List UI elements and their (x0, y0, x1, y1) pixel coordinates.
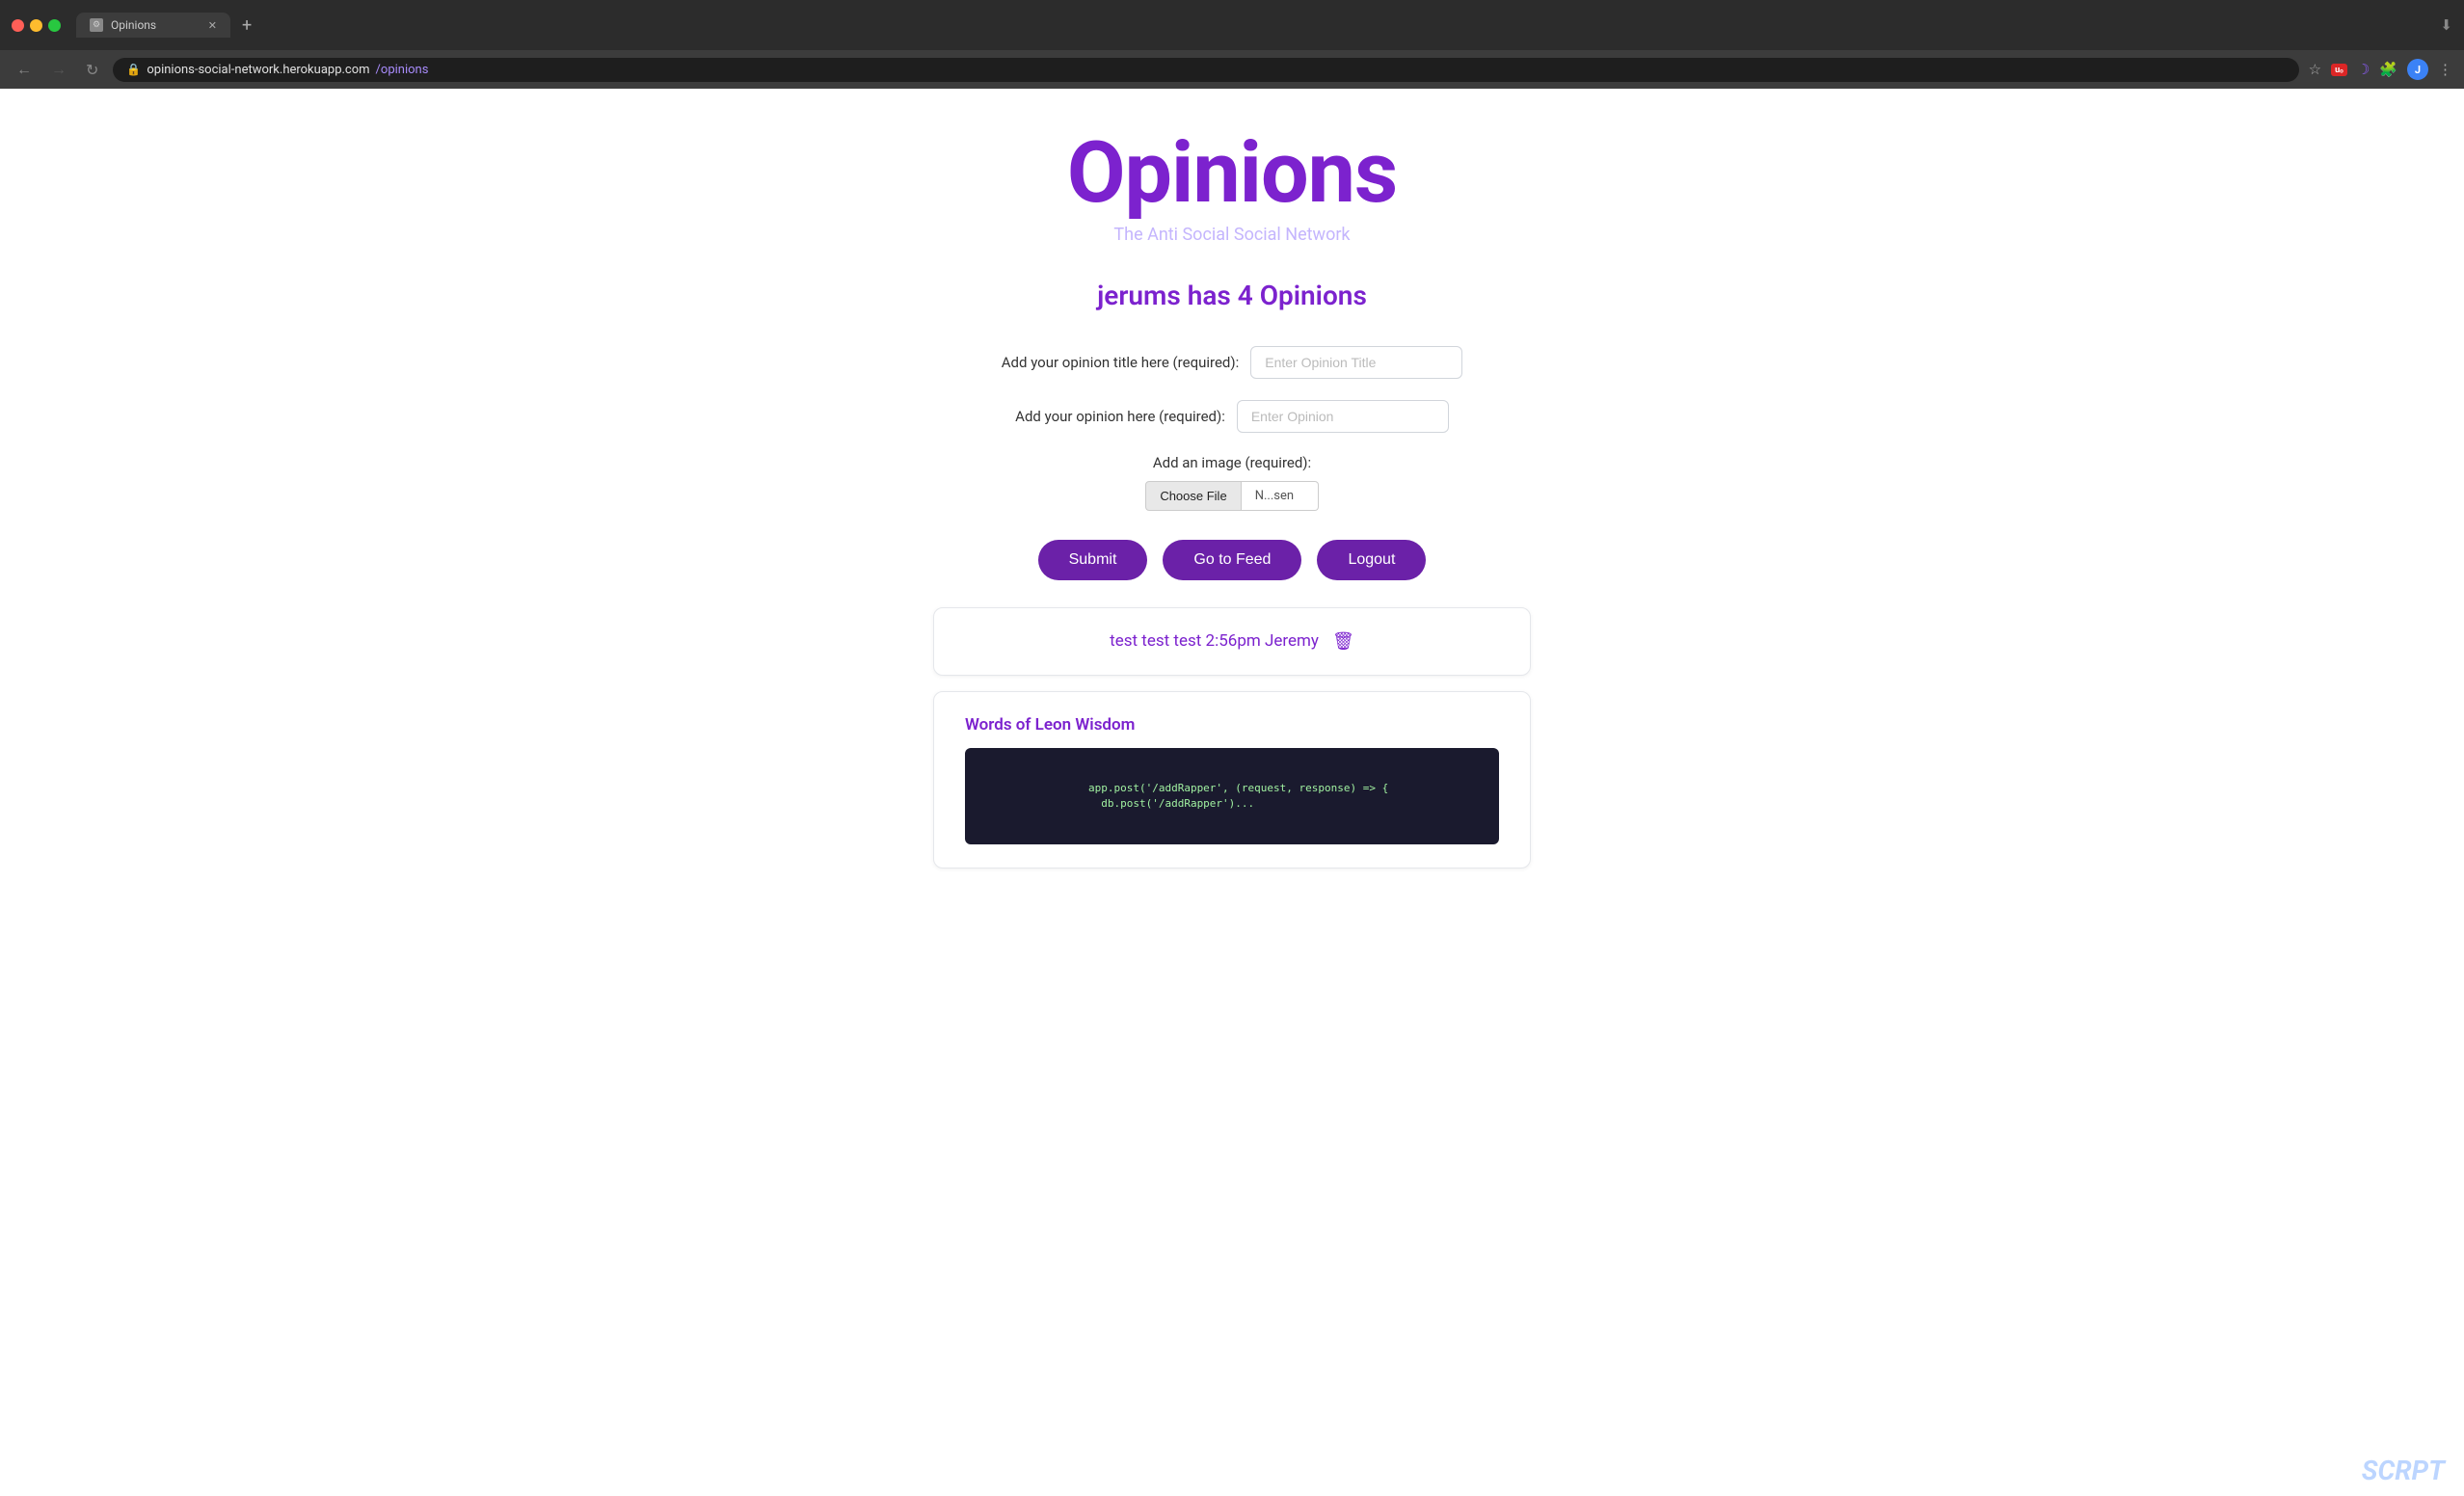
reload-button[interactable]: ↻ (81, 59, 103, 81)
title-row: Add your opinion title here (required): (933, 346, 1531, 379)
opinion-card: Words of Leon Wisdom app.post('/addRappe… (933, 691, 1531, 868)
bookmark-icon[interactable]: ☆ (2309, 61, 2321, 78)
image-section: Add an image (required): Choose File N..… (1145, 454, 1318, 511)
card-text: test test test 2:56pm Jeremy (1110, 631, 1319, 651)
opinions-list: test test test 2:56pm Jeremy 🗑 Words of … (933, 607, 1531, 868)
download-icon: ⬇ (2440, 16, 2452, 34)
title-label: Add your opinion title here (required): (1002, 354, 1239, 371)
address-bar-row: ← → ↻ 🔒 opinions-social-network.herokuap… (0, 50, 2464, 89)
active-tab[interactable]: ⚙ Opinions ✕ (76, 13, 230, 38)
opinion-card: test test test 2:56pm Jeremy 🗑 (933, 607, 1531, 676)
url-path: /opinions (376, 63, 429, 77)
page-content: Opinions The Anti Social Social Network … (0, 89, 2464, 1496)
back-button[interactable]: ← (12, 58, 37, 81)
card-content-row: test test test 2:56pm Jeremy 🗑 (965, 631, 1499, 652)
action-buttons: Submit Go to Feed Logout (1038, 540, 1427, 580)
opinion-form: Add your opinion title here (required): … (933, 346, 1531, 580)
opinion-row: Add your opinion here (required): (933, 400, 1531, 433)
menu-icon[interactable]: ⋮ (2438, 61, 2452, 78)
address-bar[interactable]: 🔒 opinions-social-network.herokuapp.com … (113, 58, 2298, 82)
file-input-row: Choose File N...sen (1145, 481, 1318, 511)
delete-opinion-icon[interactable]: 🗑 (1332, 631, 1354, 652)
maximize-button[interactable] (48, 19, 61, 32)
forward-button[interactable]: → (46, 58, 71, 81)
site-subtitle: The Anti Social Social Network (1113, 225, 1350, 245)
logout-button[interactable]: Logout (1317, 540, 1426, 580)
submit-button[interactable]: Submit (1038, 540, 1148, 580)
opinion-label: Add your opinion here (required): (1015, 408, 1225, 425)
new-tab-button[interactable]: + (234, 12, 259, 40)
browser-chrome: ⚙ Opinions ✕ + ⬇ (0, 0, 2464, 50)
lock-icon: 🔒 (126, 63, 141, 76)
ublock-icon[interactable]: uₒ (2331, 64, 2347, 76)
tab-favicon: ⚙ (90, 18, 103, 32)
go-to-feed-button[interactable]: Go to Feed (1163, 540, 1301, 580)
tab-close-icon[interactable]: ✕ (208, 19, 217, 32)
extensions-icon[interactable]: 🧩 (2379, 61, 2397, 78)
image-label: Add an image (required): (1153, 454, 1311, 471)
code-preview-text: app.post('/addRapper', (request, respons… (1066, 771, 1399, 820)
tab-title: Opinions (111, 18, 156, 32)
close-button[interactable] (12, 19, 24, 32)
tab-bar: ⚙ Opinions ✕ + (76, 12, 2432, 40)
browser-actions: ☆ uₒ ☽ 🧩 J ⋮ (2309, 59, 2452, 80)
dark-mode-icon[interactable]: ☽ (2357, 61, 2370, 78)
opinion-text-input[interactable] (1237, 400, 1449, 433)
opinion-image: app.post('/addRapper', (request, respons… (965, 748, 1499, 844)
url-base: opinions-social-network.herokuapp.com (147, 63, 369, 77)
opinion-title-link[interactable]: Words of Leon Wisdom (965, 715, 1135, 735)
traffic-lights (12, 19, 61, 32)
minimize-button[interactable] (30, 19, 42, 32)
choose-file-button[interactable]: Choose File (1145, 481, 1241, 511)
opinion-title-input[interactable] (1250, 346, 1462, 379)
file-name-display: N...sen (1242, 481, 1319, 511)
opinions-count: jerums has 4 Opinions (1097, 280, 1367, 311)
profile-avatar[interactable]: J (2407, 59, 2428, 80)
site-title: Opinions (1067, 127, 1397, 221)
